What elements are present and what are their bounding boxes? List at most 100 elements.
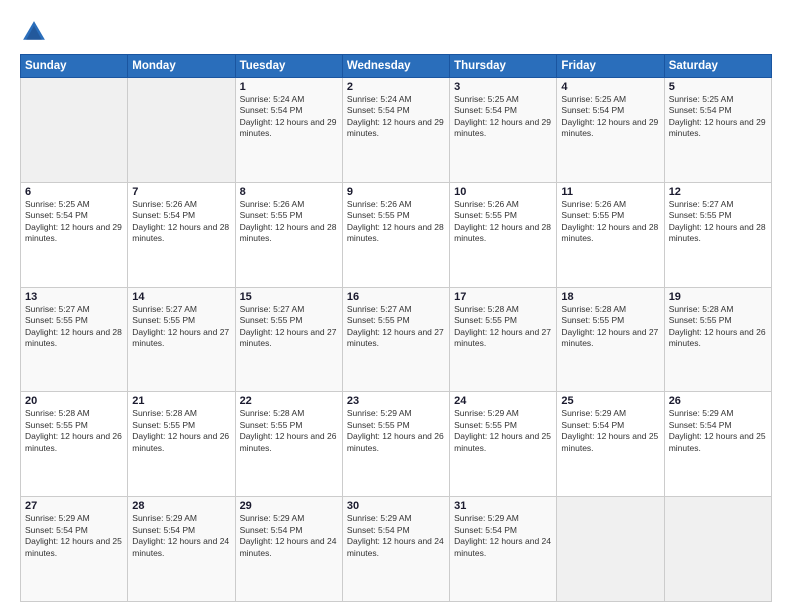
calendar-cell[interactable]: 2Sunrise: 5:24 AM Sunset: 5:54 PM Daylig… [342,78,449,183]
day-number: 28 [132,500,230,512]
cell-text: Sunrise: 5:28 AM Sunset: 5:55 PM Dayligh… [669,304,767,350]
cell-text: Sunrise: 5:28 AM Sunset: 5:55 PM Dayligh… [454,304,552,350]
calendar-cell[interactable]: 3Sunrise: 5:25 AM Sunset: 5:54 PM Daylig… [450,78,557,183]
calendar-cell[interactable]: 9Sunrise: 5:26 AM Sunset: 5:55 PM Daylig… [342,182,449,287]
calendar: SundayMondayTuesdayWednesdayThursdayFrid… [20,54,772,602]
day-number: 16 [347,291,445,303]
calendar-cell[interactable]: 31Sunrise: 5:29 AM Sunset: 5:54 PM Dayli… [450,497,557,602]
calendar-cell[interactable]: 1Sunrise: 5:24 AM Sunset: 5:54 PM Daylig… [235,78,342,183]
calendar-cell[interactable]: 8Sunrise: 5:26 AM Sunset: 5:55 PM Daylig… [235,182,342,287]
weekday-row: SundayMondayTuesdayWednesdayThursdayFrid… [21,55,772,78]
calendar-cell[interactable]: 22Sunrise: 5:28 AM Sunset: 5:55 PM Dayli… [235,392,342,497]
calendar-cell[interactable]: 14Sunrise: 5:27 AM Sunset: 5:55 PM Dayli… [128,287,235,392]
day-number: 15 [240,291,338,303]
cell-text: Sunrise: 5:26 AM Sunset: 5:55 PM Dayligh… [561,199,659,245]
cell-text: Sunrise: 5:29 AM Sunset: 5:54 PM Dayligh… [25,513,123,559]
cell-text: Sunrise: 5:27 AM Sunset: 5:55 PM Dayligh… [25,304,123,350]
day-number: 10 [454,186,552,198]
cell-text: Sunrise: 5:28 AM Sunset: 5:55 PM Dayligh… [25,408,123,454]
cell-text: Sunrise: 5:26 AM Sunset: 5:55 PM Dayligh… [347,199,445,245]
calendar-cell[interactable]: 29Sunrise: 5:29 AM Sunset: 5:54 PM Dayli… [235,497,342,602]
header [20,18,772,46]
calendar-week-0: 1Sunrise: 5:24 AM Sunset: 5:54 PM Daylig… [21,78,772,183]
calendar-cell[interactable]: 24Sunrise: 5:29 AM Sunset: 5:55 PM Dayli… [450,392,557,497]
calendar-cell[interactable]: 25Sunrise: 5:29 AM Sunset: 5:54 PM Dayli… [557,392,664,497]
calendar-cell[interactable] [128,78,235,183]
day-number: 13 [25,291,123,303]
calendar-cell[interactable]: 11Sunrise: 5:26 AM Sunset: 5:55 PM Dayli… [557,182,664,287]
cell-text: Sunrise: 5:25 AM Sunset: 5:54 PM Dayligh… [561,94,659,140]
weekday-header-wednesday: Wednesday [342,55,449,78]
calendar-cell[interactable] [664,497,771,602]
calendar-week-4: 27Sunrise: 5:29 AM Sunset: 5:54 PM Dayli… [21,497,772,602]
day-number: 2 [347,81,445,93]
calendar-cell[interactable]: 23Sunrise: 5:29 AM Sunset: 5:55 PM Dayli… [342,392,449,497]
calendar-cell[interactable]: 17Sunrise: 5:28 AM Sunset: 5:55 PM Dayli… [450,287,557,392]
weekday-header-monday: Monday [128,55,235,78]
calendar-week-3: 20Sunrise: 5:28 AM Sunset: 5:55 PM Dayli… [21,392,772,497]
calendar-cell[interactable]: 5Sunrise: 5:25 AM Sunset: 5:54 PM Daylig… [664,78,771,183]
day-number: 1 [240,81,338,93]
day-number: 26 [669,395,767,407]
cell-text: Sunrise: 5:24 AM Sunset: 5:54 PM Dayligh… [240,94,338,140]
calendar-cell[interactable]: 30Sunrise: 5:29 AM Sunset: 5:54 PM Dayli… [342,497,449,602]
day-number: 7 [132,186,230,198]
logo [20,18,52,46]
day-number: 27 [25,500,123,512]
day-number: 11 [561,186,659,198]
cell-text: Sunrise: 5:27 AM Sunset: 5:55 PM Dayligh… [669,199,767,245]
day-number: 5 [669,81,767,93]
cell-text: Sunrise: 5:26 AM Sunset: 5:55 PM Dayligh… [240,199,338,245]
day-number: 25 [561,395,659,407]
day-number: 22 [240,395,338,407]
calendar-cell[interactable]: 13Sunrise: 5:27 AM Sunset: 5:55 PM Dayli… [21,287,128,392]
cell-text: Sunrise: 5:27 AM Sunset: 5:55 PM Dayligh… [347,304,445,350]
weekday-header-thursday: Thursday [450,55,557,78]
cell-text: Sunrise: 5:27 AM Sunset: 5:55 PM Dayligh… [240,304,338,350]
day-number: 29 [240,500,338,512]
calendar-cell[interactable]: 15Sunrise: 5:27 AM Sunset: 5:55 PM Dayli… [235,287,342,392]
calendar-cell[interactable]: 26Sunrise: 5:29 AM Sunset: 5:54 PM Dayli… [664,392,771,497]
cell-text: Sunrise: 5:29 AM Sunset: 5:54 PM Dayligh… [561,408,659,454]
calendar-cell[interactable]: 12Sunrise: 5:27 AM Sunset: 5:55 PM Dayli… [664,182,771,287]
cell-text: Sunrise: 5:25 AM Sunset: 5:54 PM Dayligh… [454,94,552,140]
calendar-cell[interactable]: 10Sunrise: 5:26 AM Sunset: 5:55 PM Dayli… [450,182,557,287]
calendar-week-1: 6Sunrise: 5:25 AM Sunset: 5:54 PM Daylig… [21,182,772,287]
calendar-cell[interactable]: 28Sunrise: 5:29 AM Sunset: 5:54 PM Dayli… [128,497,235,602]
cell-text: Sunrise: 5:28 AM Sunset: 5:55 PM Dayligh… [561,304,659,350]
cell-text: Sunrise: 5:28 AM Sunset: 5:55 PM Dayligh… [240,408,338,454]
day-number: 9 [347,186,445,198]
day-number: 31 [454,500,552,512]
calendar-cell[interactable]: 16Sunrise: 5:27 AM Sunset: 5:55 PM Dayli… [342,287,449,392]
calendar-cell[interactable]: 18Sunrise: 5:28 AM Sunset: 5:55 PM Dayli… [557,287,664,392]
day-number: 18 [561,291,659,303]
day-number: 19 [669,291,767,303]
calendar-cell[interactable]: 21Sunrise: 5:28 AM Sunset: 5:55 PM Dayli… [128,392,235,497]
day-number: 20 [25,395,123,407]
weekday-header-tuesday: Tuesday [235,55,342,78]
calendar-cell[interactable]: 7Sunrise: 5:26 AM Sunset: 5:54 PM Daylig… [128,182,235,287]
calendar-cell[interactable]: 19Sunrise: 5:28 AM Sunset: 5:55 PM Dayli… [664,287,771,392]
calendar-cell[interactable]: 27Sunrise: 5:29 AM Sunset: 5:54 PM Dayli… [21,497,128,602]
calendar-cell[interactable] [557,497,664,602]
day-number: 23 [347,395,445,407]
cell-text: Sunrise: 5:29 AM Sunset: 5:54 PM Dayligh… [132,513,230,559]
cell-text: Sunrise: 5:25 AM Sunset: 5:54 PM Dayligh… [25,199,123,245]
day-number: 21 [132,395,230,407]
cell-text: Sunrise: 5:27 AM Sunset: 5:55 PM Dayligh… [132,304,230,350]
day-number: 6 [25,186,123,198]
logo-icon [20,18,48,46]
page: SundayMondayTuesdayWednesdayThursdayFrid… [0,0,792,612]
calendar-cell[interactable]: 20Sunrise: 5:28 AM Sunset: 5:55 PM Dayli… [21,392,128,497]
cell-text: Sunrise: 5:29 AM Sunset: 5:54 PM Dayligh… [347,513,445,559]
cell-text: Sunrise: 5:29 AM Sunset: 5:55 PM Dayligh… [454,408,552,454]
calendar-cell[interactable]: 6Sunrise: 5:25 AM Sunset: 5:54 PM Daylig… [21,182,128,287]
cell-text: Sunrise: 5:24 AM Sunset: 5:54 PM Dayligh… [347,94,445,140]
cell-text: Sunrise: 5:29 AM Sunset: 5:54 PM Dayligh… [454,513,552,559]
calendar-cell[interactable] [21,78,128,183]
cell-text: Sunrise: 5:29 AM Sunset: 5:54 PM Dayligh… [240,513,338,559]
calendar-cell[interactable]: 4Sunrise: 5:25 AM Sunset: 5:54 PM Daylig… [557,78,664,183]
cell-text: Sunrise: 5:26 AM Sunset: 5:54 PM Dayligh… [132,199,230,245]
cell-text: Sunrise: 5:26 AM Sunset: 5:55 PM Dayligh… [454,199,552,245]
weekday-header-sunday: Sunday [21,55,128,78]
